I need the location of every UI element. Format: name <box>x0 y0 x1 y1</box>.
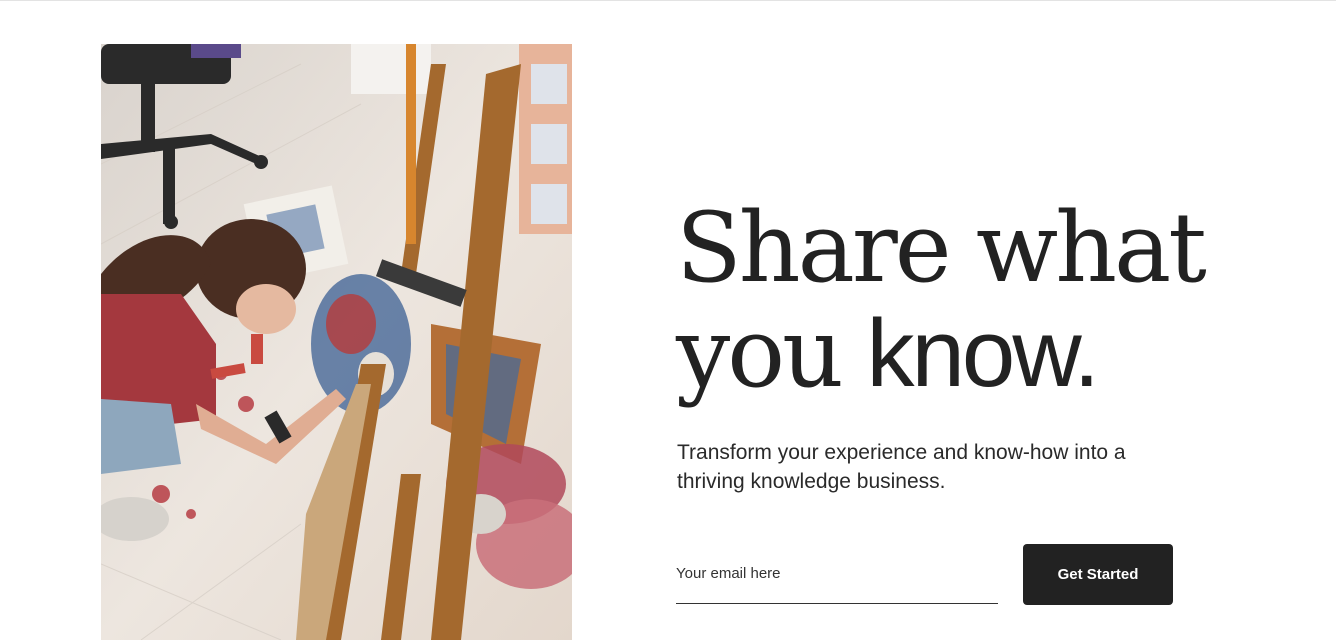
hero-subtext: Transform your experience and know-how i… <box>677 441 1126 493</box>
get-started-button[interactable]: Get Started <box>1023 544 1173 605</box>
hero-headline: Share what you know. <box>676 196 1207 409</box>
hero-photo <box>101 44 572 640</box>
email-signup-form: Get Started <box>676 544 1173 605</box>
headline-line-2-sans: know. <box>866 300 1100 407</box>
headline-line-2-serif: you <box>676 297 844 409</box>
email-input[interactable] <box>676 544 998 604</box>
headline-line-1: Share what <box>676 192 1207 304</box>
hero-section: Share what you know. Transform your expe… <box>0 0 1336 640</box>
painting-artist-photo-icon <box>101 44 572 640</box>
